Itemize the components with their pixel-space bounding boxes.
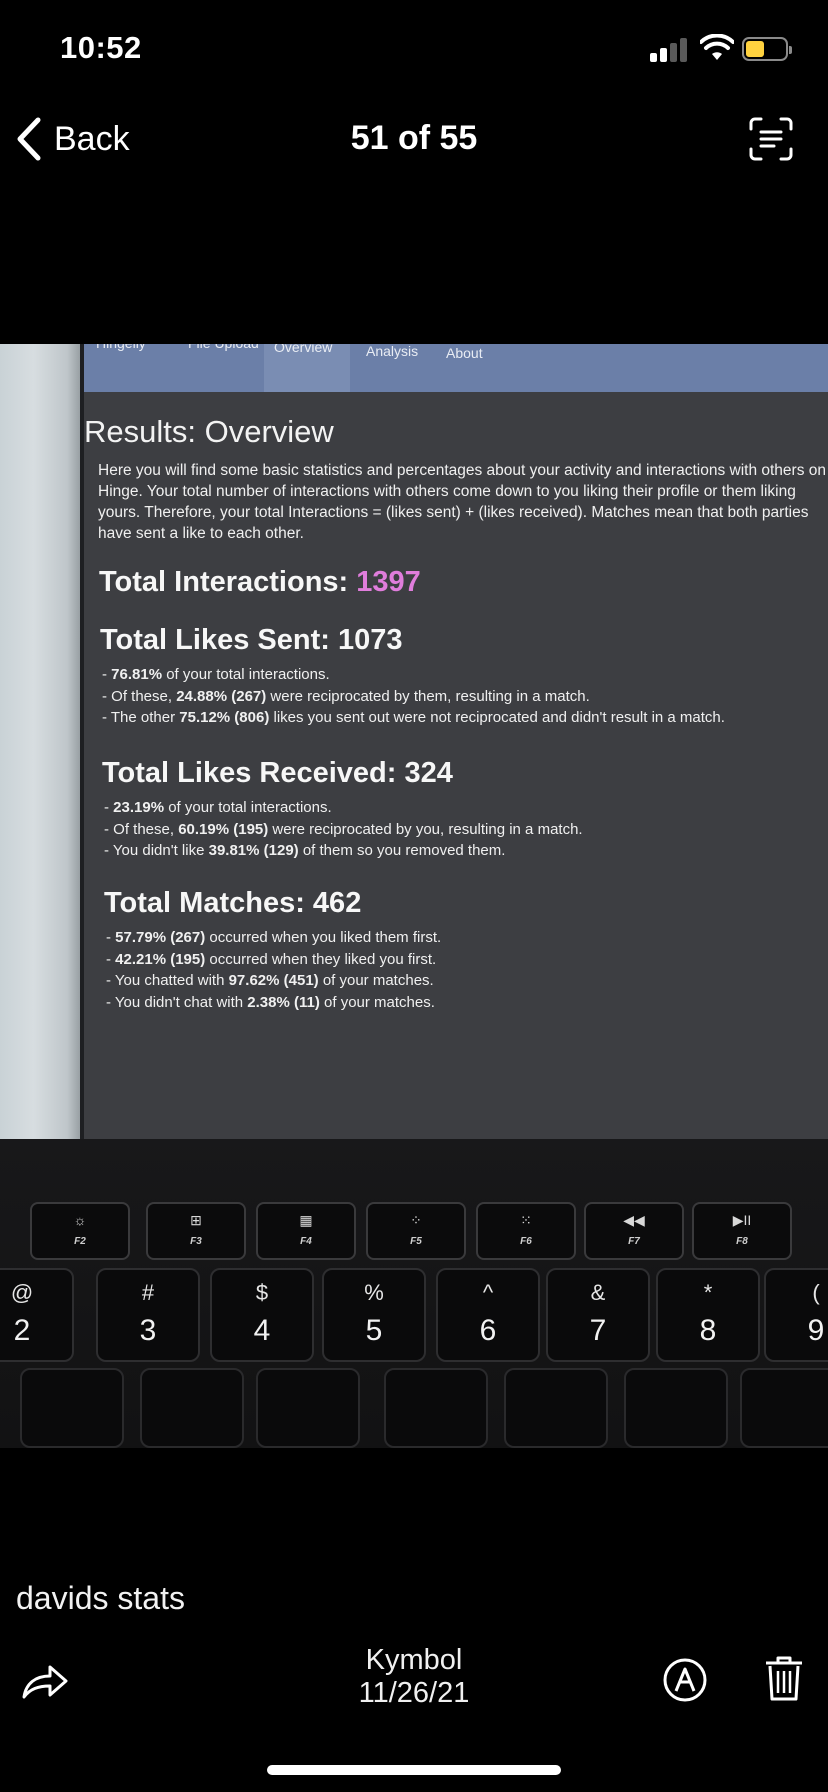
status-time: 10:52	[60, 30, 142, 65]
likes-received-heading: Total Likes Received: 324	[102, 757, 453, 789]
likes-received-list: - 23.19% of your total interactions. - O…	[104, 797, 583, 862]
keycap: #3	[96, 1268, 200, 1362]
keycap: $4	[210, 1268, 314, 1362]
page-counter: 51 of 55	[350, 119, 478, 157]
total-interactions-heading: Total Interactions: 1397	[99, 566, 421, 598]
likes-sent-list: - 76.81% of your total interactions. - O…	[102, 664, 725, 729]
list-item: - 57.79% (267) occurred when you liked t…	[106, 929, 442, 946]
letter-key-row	[0, 1368, 828, 1448]
keycap	[624, 1368, 728, 1448]
web-tab: About	[446, 345, 483, 361]
keycap	[384, 1368, 488, 1448]
results-intro: Here you will find some basic statistics…	[98, 462, 827, 542]
keycap: ▦ F4	[256, 1202, 356, 1260]
keycap	[504, 1368, 608, 1448]
keycap	[140, 1368, 244, 1448]
status-bar: 10:52	[0, 0, 828, 100]
photo: Hingelly File Upload Overview Analysis A…	[0, 344, 828, 1448]
keycap	[740, 1368, 828, 1448]
keyboard-photo: ☼ F2 ⊞ F3 ▦ F4 ⁘ F5 ⁙ F6 ◀◀ F7 ▶II F8 @2 #3 $4 …	[0, 1202, 828, 1448]
web-tab: Hingelly	[86, 344, 156, 362]
list-item: - You chatted with 97.62% (451) of your …	[106, 972, 434, 989]
home-indicator[interactable]	[267, 1765, 561, 1775]
keycap: ◀◀ F7	[584, 1202, 684, 1260]
keycap: ⁙ F6	[476, 1202, 576, 1260]
wifi-icon	[700, 34, 734, 60]
laptop-screen: Hingelly File Upload Overview Analysis A…	[84, 344, 828, 1139]
list-item: - You didn't like 39.81% (129) of them s…	[104, 842, 506, 859]
photo-bezel	[0, 344, 84, 1139]
keycap: * 8	[656, 1268, 760, 1362]
keycap: ^ 6	[436, 1268, 540, 1362]
keycap: ⁘ F5	[366, 1202, 466, 1260]
keycap	[256, 1368, 360, 1448]
cellular-signal-icon	[650, 36, 692, 62]
likes-sent-heading: Total Likes Sent: 1073	[100, 624, 403, 656]
list-item: - 76.81% of your total interactions.	[102, 666, 330, 683]
list-item: - You didn't chat with 2.38% (11) of you…	[106, 993, 435, 1011]
photo-caption: davids stats	[16, 1580, 185, 1616]
keycap: ▶II F8	[692, 1202, 792, 1260]
list-item: - 23.19% of your total interactions.	[104, 799, 332, 816]
keycap: & 7	[546, 1268, 650, 1362]
list-item: - The other 75.12% (806) likes you sent …	[102, 709, 725, 726]
battery-icon	[742, 37, 792, 61]
markup-icon[interactable]	[662, 1657, 708, 1703]
list-item: - Of these, 24.88% (267) were reciprocat…	[102, 687, 590, 705]
matches-heading: Total Matches: 462	[104, 887, 362, 919]
keycap: ⊞ F3	[146, 1202, 246, 1260]
live-text-scan-icon[interactable]	[748, 116, 794, 162]
number-key-row: @2 #3 $4 % 5 ^ 6 & 7 * 8 (9	[0, 1268, 828, 1364]
keycap: % 5	[322, 1268, 426, 1362]
list-item: - 42.21% (195) occurred when they liked …	[106, 950, 437, 968]
web-nav: Hingelly File Upload Overview Analysis A…	[84, 344, 828, 392]
list-item: - Of these, 60.19% (195) were reciprocat…	[104, 820, 583, 838]
trash-icon[interactable]	[764, 1654, 804, 1702]
keycap: (9	[764, 1268, 828, 1362]
web-tab-active: Overview	[264, 344, 350, 392]
matches-list: - 57.79% (267) occurred when you liked t…	[106, 927, 441, 1013]
keycap	[20, 1368, 124, 1448]
total-interactions-value: 1397	[356, 566, 421, 598]
keycap: @2	[0, 1268, 74, 1362]
function-key-row: ☼ F2 ⊞ F3 ▦ F4 ⁘ F5 ⁙ F6 ◀◀ F7 ▶II F8	[0, 1202, 828, 1264]
web-tab: Analysis	[366, 344, 419, 359]
results-title: Results: Overview	[84, 414, 334, 449]
web-tab: File Upload	[178, 344, 269, 362]
keycap: ☼ F2	[30, 1202, 130, 1260]
